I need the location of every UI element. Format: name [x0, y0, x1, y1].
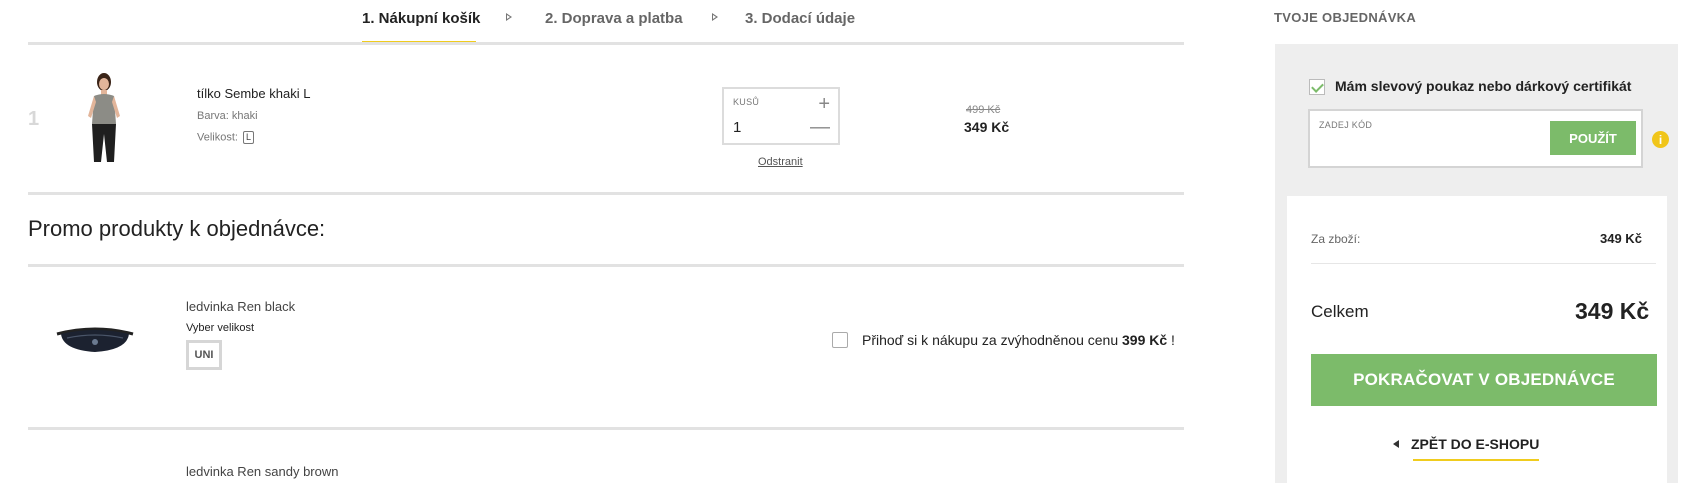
item-size-label: Velikost: — [197, 131, 238, 144]
info-icon[interactable]: i — [1652, 131, 1669, 148]
total-value: 349 Kč — [1575, 298, 1650, 324]
step-cart[interactable]: 1. Nákupní košík — [362, 10, 480, 27]
plus-icon[interactable]: + — [818, 94, 830, 114]
quantity-label: KUSŮ — [733, 97, 760, 107]
back-to-shop-link[interactable]: ZPĚT DO E-SHOPU — [1393, 436, 1539, 452]
order-summary-title: TVOJE OBJEDNÁVKA — [1274, 10, 1417, 25]
voucher-label[interactable]: Mám slevový poukaz nebo dárkový certifik… — [1335, 78, 1631, 94]
apply-voucher-button[interactable]: POUŽÍT — [1550, 121, 1636, 155]
voucher-code-field[interactable]: ZADEJ KÓD POUŽÍT — [1308, 109, 1643, 168]
promo-offer-suffix: ! — [1167, 332, 1175, 348]
quantity-stepper[interactable]: KUSŮ 1 + — — [722, 87, 840, 145]
item-size: Velikost: L — [197, 131, 255, 144]
step-shipping-payment[interactable]: 2. Doprava a platba — [545, 10, 683, 27]
divider — [1311, 263, 1656, 264]
quantity-value[interactable]: 1 — [733, 119, 741, 136]
step-arrow-icon — [506, 13, 512, 21]
item-index: 1 — [28, 108, 40, 130]
step-arrow-icon — [712, 13, 718, 21]
item-name[interactable]: tílko Sembe khaki L — [197, 86, 310, 101]
promo-product-name[interactable]: ledvinka Ren black — [186, 299, 295, 314]
continue-order-button[interactable]: POKRAČOVAT V OBJEDNÁVCE — [1311, 354, 1657, 406]
total-label: Celkem — [1311, 302, 1369, 321]
subtotal-value: 349 Kč — [1600, 231, 1642, 246]
product-image-tank-top[interactable] — [72, 72, 132, 164]
back-link-underline — [1413, 459, 1539, 461]
minus-icon[interactable]: — — [810, 117, 830, 137]
remove-link[interactable]: Odstranit — [758, 156, 803, 168]
promo-offer-label: Přihoď si k nákupu za zvýhodněnou cenu — [862, 332, 1122, 348]
voucher-code-label: ZADEJ KÓD — [1319, 120, 1373, 130]
divider — [28, 264, 1184, 267]
chevron-left-icon — [1393, 440, 1399, 449]
subtotal-label: Za zboží: — [1311, 232, 1361, 246]
divider — [28, 427, 1184, 430]
promo-add-checkbox[interactable] — [832, 332, 848, 348]
price-original: 499 Kč — [966, 104, 1001, 116]
item-color: Barva: khaki — [197, 110, 258, 122]
divider — [28, 192, 1184, 195]
product-image-belt-bag[interactable] — [55, 322, 135, 356]
promo-title: Promo produkty k objednávce: — [28, 216, 326, 241]
promo-offer-price: 399 Kč — [1122, 332, 1168, 348]
promo-offer-text[interactable]: Přihoď si k nákupu za zvýhodněnou cenu 3… — [862, 332, 1175, 348]
promo-product-name[interactable]: ledvinka Ren sandy brown — [186, 464, 338, 479]
voucher-checkbox[interactable] — [1309, 79, 1325, 95]
choose-size-label: Vyber velikost — [186, 322, 255, 334]
size-option-uni[interactable]: UNI — [186, 340, 222, 370]
voucher-code-input[interactable] — [1319, 137, 1543, 159]
price-current: 349 Kč — [964, 119, 1010, 135]
divider — [28, 42, 1184, 45]
item-size-chip: L — [243, 131, 255, 144]
step-delivery-details[interactable]: 3. Dodací údaje — [745, 10, 855, 27]
back-to-shop-label: ZPĚT DO E-SHOPU — [1411, 436, 1540, 452]
